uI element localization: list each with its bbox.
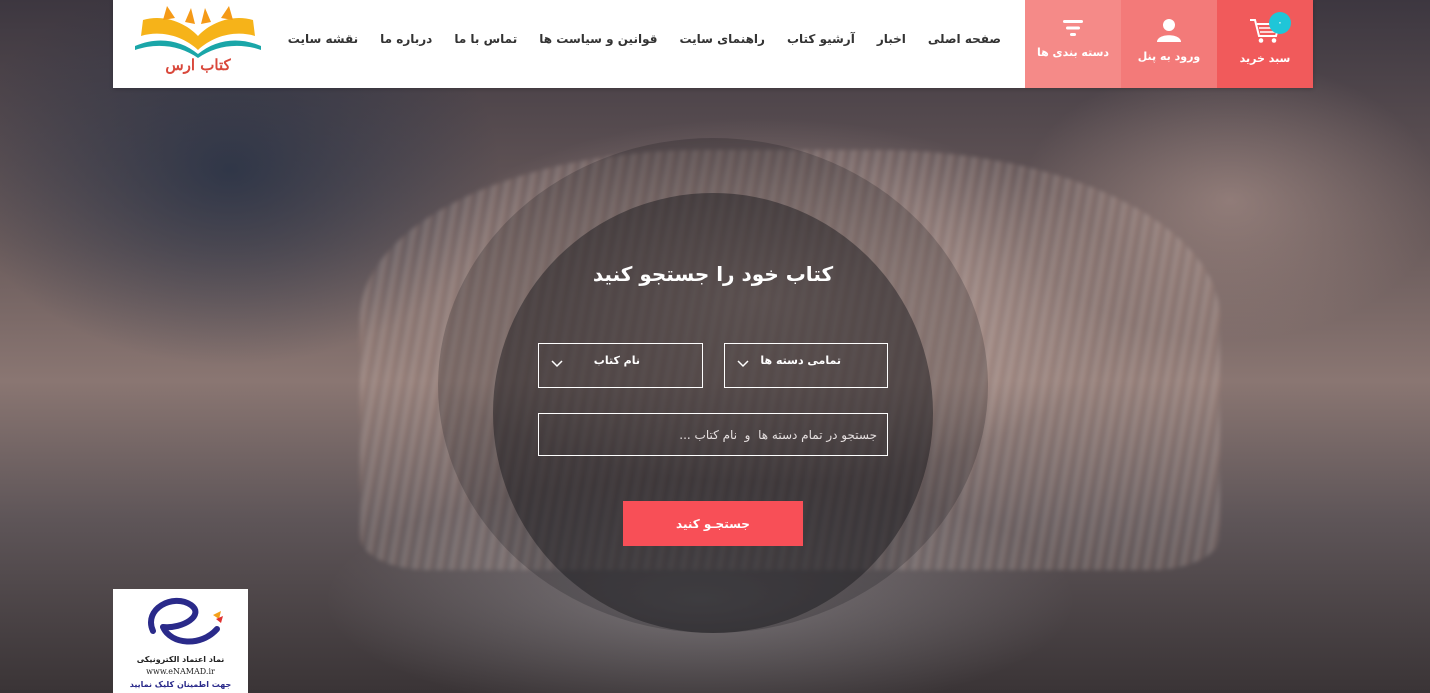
enamad-line-2: www.eNAMAD.ir (146, 667, 215, 676)
logo-text: کتاب ارس (165, 56, 231, 74)
enamad-logo-icon (148, 597, 223, 645)
categories-label: دسته بندی ها (1036, 46, 1110, 59)
cart-button[interactable]: سبد خرید ۰ (1217, 0, 1313, 88)
category-select-value: تمامی دسته ها (760, 354, 841, 367)
login-label: ورود به پنل (1137, 50, 1201, 63)
enamad-line-1: نماد اعتماد الکترونیکی (136, 655, 225, 664)
user-icon (1157, 19, 1181, 42)
search-button[interactable]: جستجـو کنید (623, 501, 803, 546)
site-logo[interactable]: کتاب ارس (133, 6, 263, 78)
chevron-down-icon (551, 360, 563, 368)
chevron-down-icon (737, 360, 749, 368)
enamad-badge[interactable]: نماد اعتماد الکترونیکی www.eNAMAD.ir جهت… (113, 589, 248, 693)
search-field-select-value: نام کتاب (593, 354, 640, 367)
site-header: کتاب ارس صفحه اصلی اخبار آرشیو کتاب راهن… (113, 0, 1313, 88)
search-field-select[interactable]: نام کتاب (538, 343, 703, 388)
category-select[interactable]: تمامی دسته ها (724, 343, 888, 388)
enamad-line-3: جهت اطمینان کلیک نمایید (129, 680, 232, 689)
nav-sitemap[interactable]: نقشه سایت (288, 32, 358, 46)
cart-count-badge: ۰ (1269, 12, 1291, 34)
nav-site-guide[interactable]: راهنمای سایت (679, 32, 764, 46)
nav-news[interactable]: اخبار (877, 32, 906, 46)
search-title: کتاب خود را جستجو کنید (592, 262, 834, 286)
nav-contact[interactable]: تماس با ما (454, 32, 517, 46)
cart-label: سبد خرید (1239, 52, 1291, 65)
filter-icon (1063, 20, 1083, 36)
categories-button[interactable]: دسته بندی ها (1025, 0, 1121, 88)
nav-book-archive[interactable]: آرشیو کتاب (787, 32, 855, 46)
book-logo-icon (135, 6, 261, 58)
login-button[interactable]: ورود به پنل (1121, 0, 1217, 88)
nav-about[interactable]: درباره ما (380, 32, 432, 46)
search-input[interactable] (538, 413, 888, 456)
nav-rules[interactable]: قوانین و سیاست ها (539, 32, 657, 46)
nav-home[interactable]: صفحه اصلی (928, 32, 1001, 46)
main-nav: صفحه اصلی اخبار آرشیو کتاب راهنمای سایت … (288, 0, 1015, 78)
